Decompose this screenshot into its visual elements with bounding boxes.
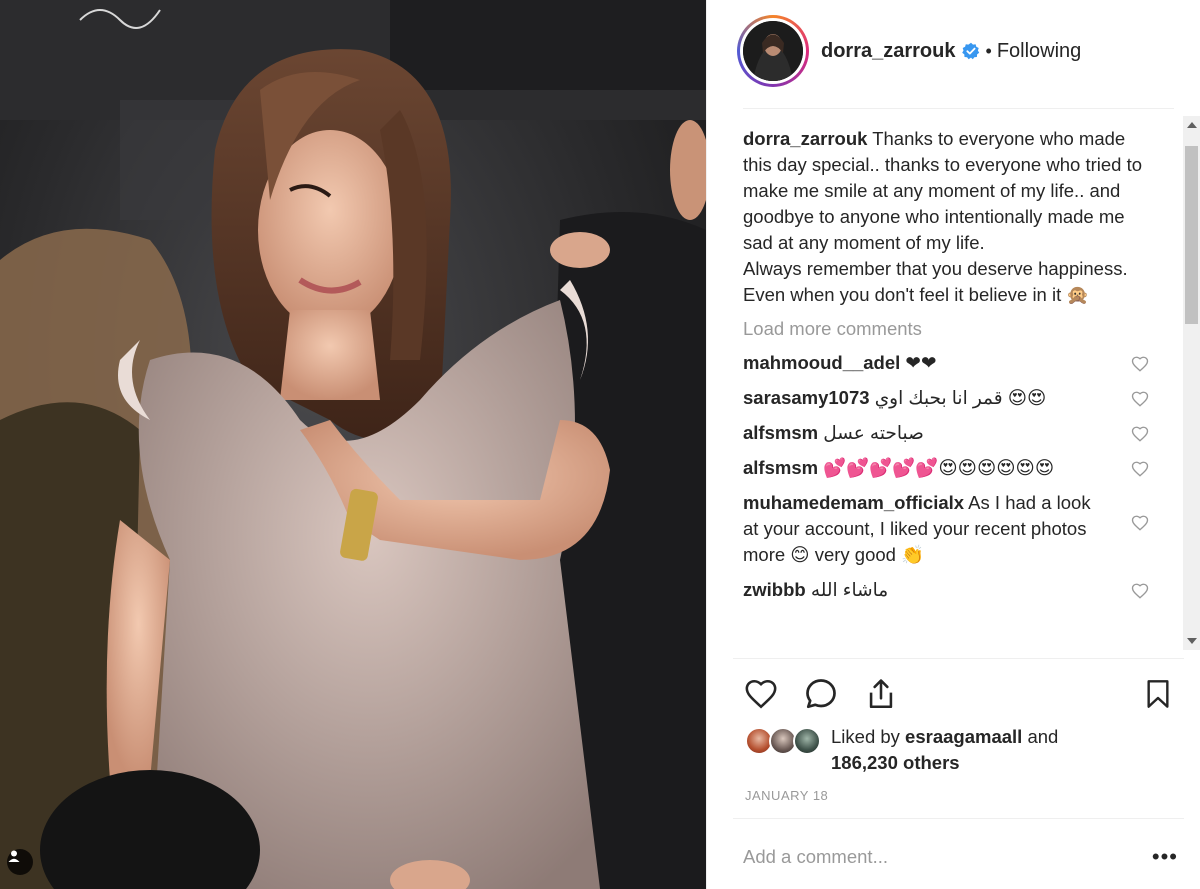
- bookmark-icon: [1147, 680, 1169, 708]
- scroll-up-arrow-icon[interactable]: [1187, 122, 1197, 128]
- liker-avatar[interactable]: [793, 727, 821, 755]
- save-button[interactable]: [1138, 672, 1178, 716]
- likes-text: Liked by esraagamaall and 186,230 others: [831, 724, 1058, 776]
- likes-count[interactable]: 186,230 others: [831, 752, 960, 773]
- comment-username[interactable]: sarasamy1073: [743, 387, 870, 408]
- liked-by-prefix: Liked by: [831, 726, 906, 747]
- comment-button[interactable]: [801, 672, 841, 716]
- comment-like-heart-icon[interactable]: [1131, 460, 1149, 478]
- comment-username[interactable]: alfsmsm: [743, 422, 818, 443]
- caption-username[interactable]: dorra_zarrouk: [743, 128, 867, 149]
- comment-item: mahmooud__adel ❤❤: [743, 350, 1153, 376]
- comment-like-heart-icon[interactable]: [1131, 355, 1149, 373]
- comment-text: ماشاء الله: [805, 579, 889, 600]
- comment-text: 💕💕💕💕💕😍😍😍😍😍😍: [818, 457, 1055, 478]
- share-button[interactable]: [861, 672, 901, 716]
- comment-item: alfsmsm صباحته عسل: [743, 420, 1153, 446]
- share-icon: [869, 679, 893, 709]
- comments-scrollbar[interactable]: [1183, 116, 1200, 650]
- caption-text: Thanks to everyone who made this day spe…: [743, 128, 1142, 305]
- comment-username[interactable]: zwibbb: [743, 579, 806, 600]
- likes-summary: Liked by esraagamaall and 186,230 others: [745, 724, 1058, 776]
- photo-illustration: [0, 0, 706, 889]
- comment-icon: [806, 679, 836, 709]
- scroll-down-arrow-icon[interactable]: [1187, 638, 1197, 644]
- post-caption: dorra_zarrouk Thanks to everyone who mad…: [743, 126, 1153, 308]
- author-avatar-ring[interactable]: [737, 15, 809, 87]
- liker-avatars[interactable]: [745, 727, 825, 757]
- author-username[interactable]: dorra_zarrouk: [821, 40, 956, 63]
- header-divider: [743, 108, 1174, 109]
- header-separator-dot: •: [985, 40, 992, 61]
- post-photo[interactable]: [0, 0, 706, 889]
- author-avatar[interactable]: [743, 21, 803, 81]
- comment-text: قمر انا بحبك اوي 😍😍: [869, 387, 1047, 408]
- comment-username[interactable]: muhamedemam_officialx: [743, 492, 964, 513]
- comment-like-heart-icon[interactable]: [1131, 514, 1149, 532]
- liked-by-username[interactable]: esraagamaall: [905, 726, 1022, 747]
- comments-list[interactable]: dorra_zarrouk Thanks to everyone who mad…: [743, 126, 1153, 656]
- post-header: dorra_zarrouk • Following: [737, 14, 1174, 88]
- comment-item: muhamedemam_officialx As I had a look at…: [743, 490, 1153, 568]
- like-button[interactable]: [741, 672, 781, 716]
- comment-like-heart-icon[interactable]: [1131, 425, 1149, 443]
- comment-username[interactable]: alfsmsm: [743, 457, 818, 478]
- verified-badge-icon: [961, 42, 979, 60]
- add-comment-divider: [733, 818, 1184, 819]
- comment-username[interactable]: mahmooud__adel: [743, 352, 900, 373]
- liked-by-suffix: and: [1022, 726, 1059, 747]
- post-date[interactable]: January 18: [745, 788, 828, 803]
- comment-item: sarasamy1073 قمر انا بحبك اوي 😍😍: [743, 385, 1153, 411]
- post-details-panel: dorra_zarrouk • Following dorra_zarrouk …: [706, 0, 1200, 889]
- user-tag-icon[interactable]: [7, 849, 33, 875]
- comment-item: zwibbb ماشاء الله: [743, 577, 1153, 603]
- following-button[interactable]: Following: [997, 40, 1081, 63]
- comment-text: ❤❤: [900, 352, 937, 373]
- heart-icon: [745, 679, 777, 709]
- post-actions-bar: [741, 672, 1178, 716]
- comments-divider: [733, 658, 1184, 659]
- scrollbar-thumb[interactable]: [1185, 146, 1198, 324]
- comment-like-heart-icon[interactable]: [1131, 582, 1149, 600]
- load-more-comments-button[interactable]: Load more comments: [743, 316, 1153, 342]
- more-options-button[interactable]: •••: [1152, 846, 1178, 868]
- comment-like-heart-icon[interactable]: [1131, 390, 1149, 408]
- comment-text: صباحته عسل: [818, 422, 924, 443]
- comment-item: alfsmsm 💕💕💕💕💕😍😍😍😍😍😍: [743, 455, 1153, 481]
- add-comment-input[interactable]: [743, 840, 1123, 874]
